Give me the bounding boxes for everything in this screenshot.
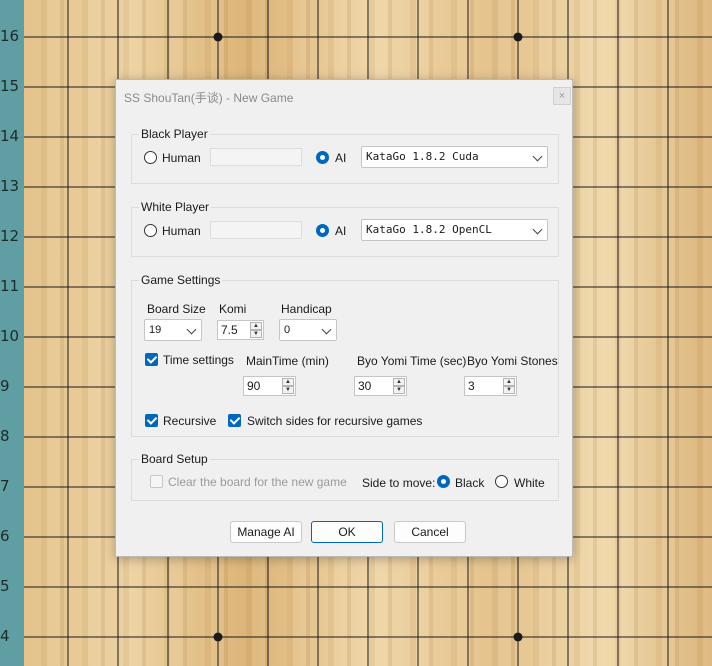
handicap-select[interactable]: 0: [279, 319, 337, 341]
main-time-down-arrow-icon[interactable]: ▼: [282, 386, 294, 394]
main-time-up-arrow-icon[interactable]: ▲: [282, 378, 294, 386]
dialog-titlebar[interactable]: SS ShouTan(手谈) - New Game ×: [116, 80, 572, 112]
main-time-stepper[interactable]: 90 ▲ ▼: [243, 376, 296, 396]
black-player-group: Black Player Human AI KataGo 1.8.2 Cuda: [131, 127, 559, 184]
recursive-label[interactable]: Recursive: [163, 414, 216, 428]
close-button[interactable]: ×: [553, 87, 571, 105]
side-black-radio[interactable]: [437, 475, 450, 488]
komi-down-arrow-icon[interactable]: ▼: [250, 330, 262, 338]
side-white-label[interactable]: White: [514, 476, 545, 490]
game-settings-group: Game Settings Board Size 19 Komi 7.5 ▲ ▼ …: [131, 273, 559, 437]
black-engine-select[interactable]: KataGo 1.8.2 Cuda: [361, 146, 548, 168]
handicap-value: 0: [284, 324, 291, 336]
byo-yomi-stones-up-arrow-icon[interactable]: ▲: [503, 378, 515, 386]
main-time-value: 90: [247, 379, 261, 393]
white-player-group: White Player Human AI KataGo 1.8.2 OpenC…: [131, 200, 559, 257]
chevron-down-icon: [532, 151, 543, 162]
board-setup-group-label: Board Setup: [139, 452, 210, 466]
byo-yomi-time-label: Byo Yomi Time (sec): [357, 354, 467, 368]
board-size-label: Board Size: [147, 302, 206, 316]
row-label: 15: [0, 77, 20, 95]
row-label: 8: [0, 427, 10, 445]
clear-board-label[interactable]: Clear the board for the new game: [168, 475, 347, 489]
black-human-radio[interactable]: [144, 151, 157, 164]
cancel-button[interactable]: Cancel: [394, 521, 466, 543]
side-black-label[interactable]: Black: [455, 476, 484, 490]
row-label: 14: [0, 127, 20, 145]
komi-stepper[interactable]: 7.5 ▲ ▼: [217, 320, 264, 340]
black-player-group-label: Black Player: [139, 127, 210, 141]
komi-label: Komi: [219, 302, 247, 316]
byo-yomi-stones-stepper[interactable]: 3 ▲ ▼: [464, 376, 517, 396]
byo-yomi-stones-down-arrow-icon[interactable]: ▼: [503, 386, 515, 394]
black-ai-label[interactable]: AI: [335, 151, 346, 165]
white-ai-label[interactable]: AI: [335, 224, 346, 238]
row-label: 16: [0, 27, 20, 45]
black-human-label[interactable]: Human: [162, 151, 201, 165]
white-player-group-label: White Player: [139, 200, 212, 214]
time-settings-checkbox[interactable]: [145, 353, 158, 366]
byo-yomi-time-down-arrow-icon[interactable]: ▼: [393, 386, 405, 394]
row-label: 4: [0, 627, 10, 645]
clear-board-checkbox[interactable]: [150, 475, 163, 488]
row-label: 7: [0, 477, 10, 495]
time-settings-label[interactable]: Time settings: [163, 353, 234, 367]
board-size-select[interactable]: 19: [144, 319, 202, 341]
side-to-move-label: Side to move:: [362, 476, 436, 490]
chevron-down-icon: [186, 324, 197, 335]
board-size-value: 19: [149, 324, 162, 336]
handicap-label: Handicap: [281, 302, 332, 316]
star-point: [513, 632, 523, 642]
new-game-dialog: SS ShouTan(手谈) - New Game × Black Player…: [115, 79, 573, 557]
star-point: [213, 632, 223, 642]
white-engine-select[interactable]: KataGo 1.8.2 OpenCL: [361, 219, 548, 241]
row-label: 9: [0, 377, 10, 395]
row-label: 6: [0, 527, 10, 545]
row-label: 5: [0, 577, 10, 595]
ok-button[interactable]: OK: [311, 521, 383, 543]
byo-yomi-time-stepper[interactable]: 30 ▲ ▼: [354, 376, 407, 396]
side-white-radio[interactable]: [495, 475, 508, 488]
black-engine-value: KataGo 1.8.2 Cuda: [366, 150, 479, 163]
chevron-down-icon: [532, 224, 543, 235]
byo-yomi-stones-value: 3: [468, 379, 475, 393]
white-human-label[interactable]: Human: [162, 224, 201, 238]
byo-yomi-stones-label: Byo Yomi Stones: [467, 354, 558, 368]
black-human-name-input[interactable]: [210, 148, 302, 166]
byo-yomi-time-up-arrow-icon[interactable]: ▲: [393, 378, 405, 386]
row-label: 10: [0, 327, 20, 345]
komi-up-arrow-icon[interactable]: ▲: [250, 322, 262, 330]
board-setup-group: Board Setup Clear the board for the new …: [131, 452, 559, 501]
byo-yomi-time-value: 30: [358, 379, 372, 393]
star-point: [513, 32, 523, 42]
switch-sides-label[interactable]: Switch sides for recursive games: [247, 414, 422, 428]
white-human-radio[interactable]: [144, 224, 157, 237]
black-ai-radio[interactable]: [316, 151, 329, 164]
white-engine-value: KataGo 1.8.2 OpenCL: [366, 223, 492, 236]
chevron-down-icon: [321, 324, 332, 335]
white-ai-radio[interactable]: [316, 224, 329, 237]
row-label: 12: [0, 227, 20, 245]
recursive-checkbox[interactable]: [145, 414, 158, 427]
switch-sides-checkbox[interactable]: [228, 414, 241, 427]
komi-value: 7.5: [221, 323, 238, 337]
game-settings-group-label: Game Settings: [139, 273, 223, 287]
main-time-label: MainTime (min): [246, 354, 329, 368]
row-label: 11: [0, 277, 20, 295]
white-human-name-input[interactable]: [210, 221, 302, 239]
manage-ai-button[interactable]: Manage AI: [230, 521, 302, 543]
star-point: [213, 32, 223, 42]
dialog-title: SS ShouTan(手谈) - New Game: [124, 91, 294, 105]
row-label: 13: [0, 177, 20, 195]
